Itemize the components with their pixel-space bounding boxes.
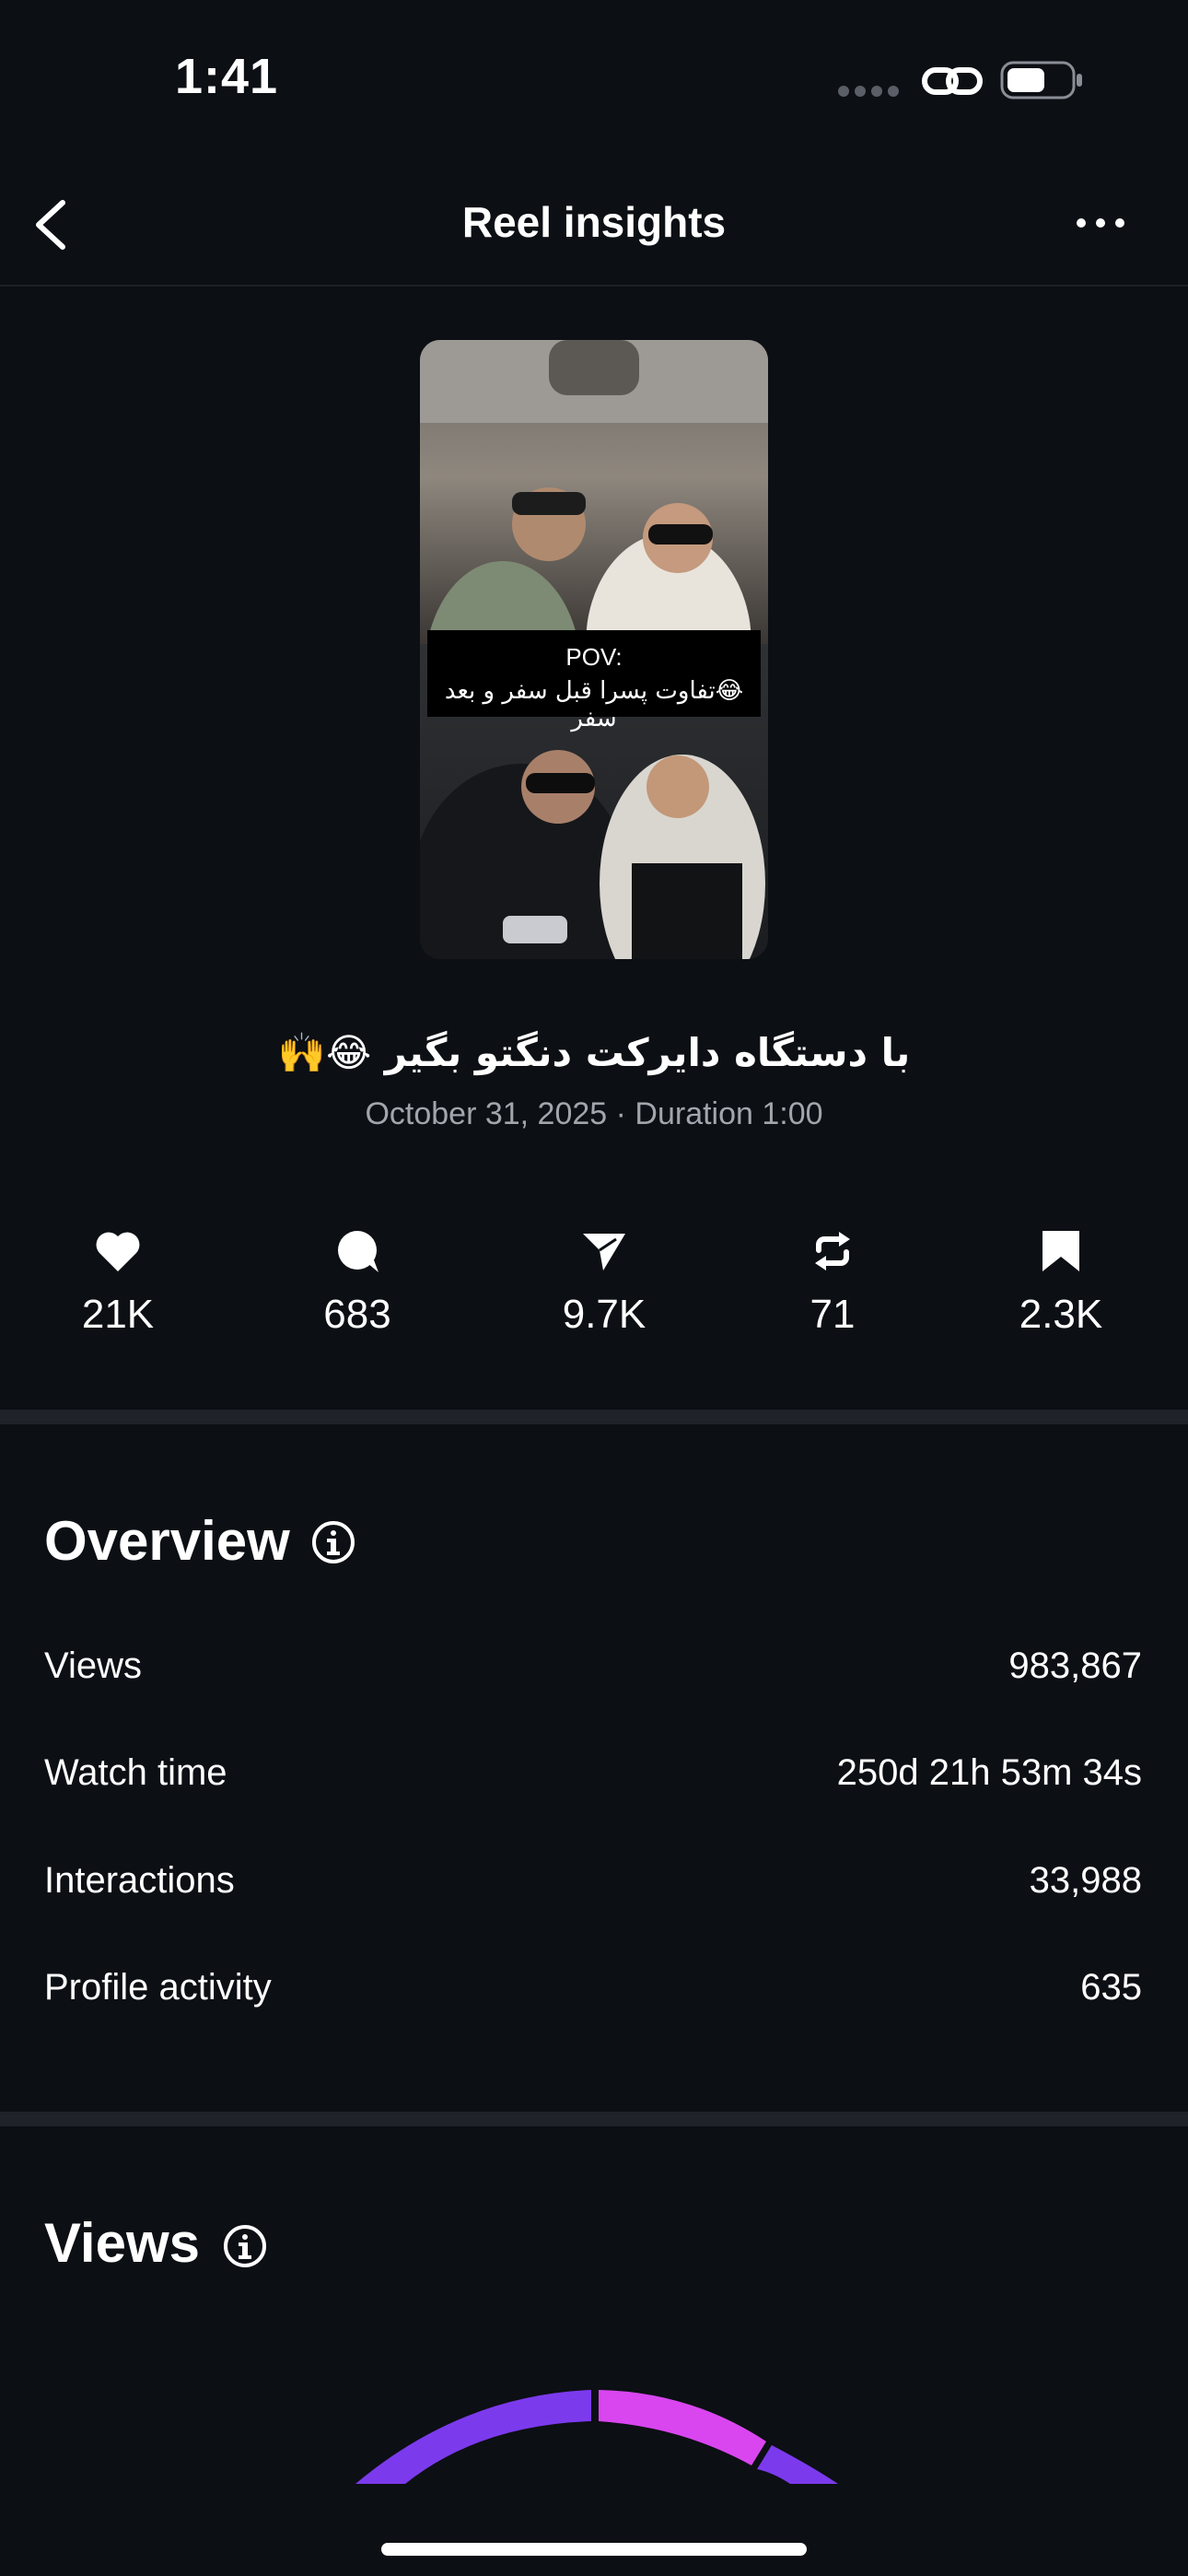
overview-row-label: Views (44, 1645, 142, 1686)
thumbnail-caption: POV: 😂تفاوت پسرا قبل سفر و بعد سفر (427, 630, 761, 732)
views-gauge (350, 2377, 847, 2484)
gauge-segment-violet (757, 2445, 838, 2484)
header-divider (0, 285, 1188, 287)
gauge-segment-magenta (599, 2390, 766, 2465)
send-icon (583, 1234, 625, 1270)
metric-likes: 21K (26, 1225, 210, 1338)
overview-row-label: Watch time (44, 1752, 227, 1793)
reel-title: با دستگاه دایرکت دنگتو بگیر 😂🙌 (277, 1030, 911, 1075)
caption-line-1: POV: (565, 643, 623, 671)
section-divider (0, 1410, 1188, 1424)
overview-row-value: 635 (1080, 1967, 1142, 2008)
more-horizontal-icon (1077, 218, 1124, 228)
bookmark-icon (1042, 1231, 1079, 1271)
overview-row-value: 33,988 (1029, 1860, 1142, 1901)
overview-title-text: Overview (44, 1510, 290, 1572)
battery-icon (1000, 59, 1085, 101)
reel-date-duration: October 31, 2025 · Duration 1:00 (365, 1096, 823, 1131)
section-divider (0, 2112, 1188, 2126)
cellular-signal-icon (838, 85, 910, 97)
views-title: Views (44, 2212, 201, 2274)
metric-reposts: 71 (740, 1225, 925, 1338)
info-icon[interactable] (223, 2224, 267, 2268)
saves-count: 2.3K (1019, 1292, 1103, 1337)
shares-count: 9.7K (562, 1292, 646, 1337)
overview-title: Overview (44, 1509, 290, 1573)
gauge-segment-purple (355, 2390, 591, 2484)
likes-count: 21K (81, 1292, 155, 1337)
home-indicator[interactable] (381, 2543, 807, 2556)
status-time: 1:41 (175, 49, 279, 104)
overview-row-label: Interactions (44, 1860, 235, 1901)
link-icon (921, 61, 984, 103)
page-title: Reel insights (461, 198, 727, 246)
caption-line-2: 😂تفاوت پسرا قبل سفر و بعد سفر (444, 677, 744, 732)
overview-row-value: 983,867 (1008, 1645, 1142, 1686)
comments-count: 683 (323, 1292, 391, 1337)
repost-icon (815, 1232, 850, 1270)
comment-icon (338, 1231, 379, 1272)
metric-saves: 2.3K (969, 1225, 1153, 1338)
info-icon[interactable] (311, 1520, 355, 1564)
heart-icon (96, 1232, 140, 1271)
metric-comments: 683 (265, 1225, 449, 1338)
overview-row-label: Profile activity (44, 1967, 272, 2008)
overview-row-value: 250d 21h 53m 34s (836, 1752, 1142, 1793)
reposts-count: 71 (809, 1292, 856, 1337)
more-options-button[interactable] (1068, 205, 1133, 241)
metric-shares: 9.7K (512, 1225, 696, 1338)
